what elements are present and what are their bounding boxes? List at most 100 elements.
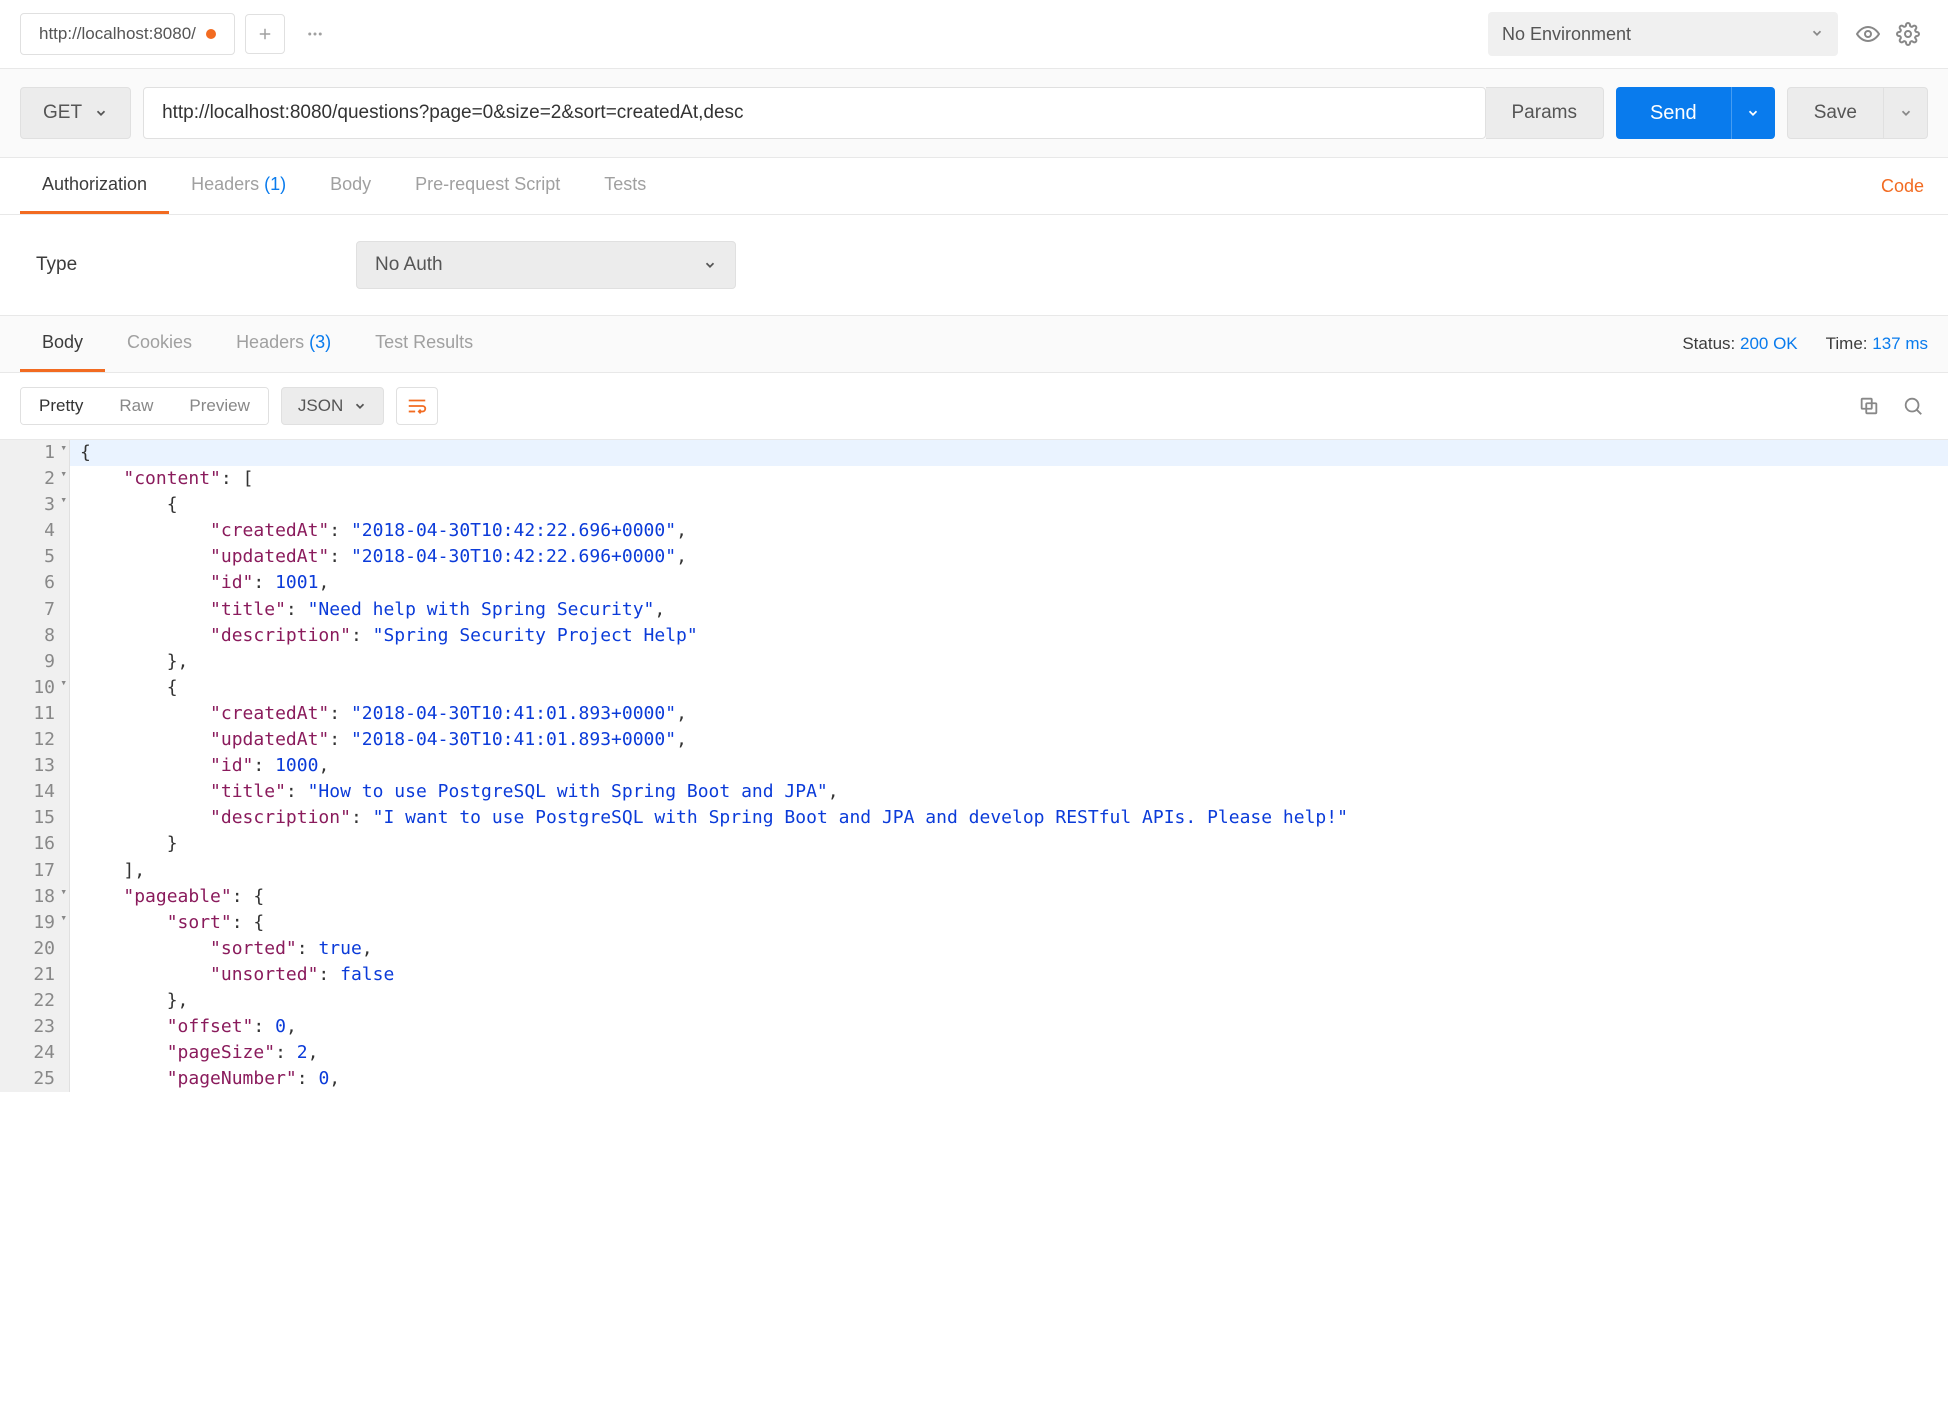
search-button[interactable] (1898, 391, 1928, 421)
auth-selected-value: No Auth (375, 254, 443, 276)
code-line: 11 "createdAt": "2018-04-30T10:41:01.893… (0, 701, 1948, 727)
params-button[interactable]: Params (1486, 87, 1604, 139)
chevron-down-icon (703, 258, 717, 272)
code-text: "unsorted": false (70, 962, 394, 988)
code-text: "sort": { (70, 910, 264, 936)
tab-prerequest[interactable]: Pre-request Script (393, 158, 582, 214)
wrap-icon (406, 395, 428, 417)
gear-icon (1896, 22, 1920, 46)
line-number: 1 (0, 440, 70, 466)
code-line: 12 "updatedAt": "2018-04-30T10:41:01.893… (0, 727, 1948, 753)
line-number: 5 (0, 544, 70, 570)
line-number: 14 (0, 779, 70, 805)
tab-authorization[interactable]: Authorization (20, 158, 169, 214)
chevron-down-icon (1746, 106, 1760, 120)
line-number: 20 (0, 936, 70, 962)
tab-more-button[interactable] (295, 14, 335, 54)
code-text: "createdAt": "2018-04-30T10:42:22.696+00… (70, 518, 687, 544)
code-link[interactable]: Code (1877, 160, 1928, 213)
code-text: }, (70, 988, 188, 1014)
save-button[interactable]: Save (1787, 87, 1884, 139)
code-line: 24 "pageSize": 2, (0, 1040, 1948, 1066)
url-input[interactable] (143, 87, 1485, 139)
tab-title: http://localhost:8080/ (39, 24, 196, 44)
line-number: 18 (0, 884, 70, 910)
line-number: 13 (0, 753, 70, 779)
request-tab[interactable]: http://localhost:8080/ (20, 13, 235, 55)
code-line: 5 "updatedAt": "2018-04-30T10:42:22.696+… (0, 544, 1948, 570)
code-text: "description": "I want to use PostgreSQL… (70, 805, 1348, 831)
line-number: 6 (0, 570, 70, 596)
eye-icon (1856, 22, 1880, 46)
code-text: "createdAt": "2018-04-30T10:41:01.893+00… (70, 701, 687, 727)
code-line: 10 { (0, 675, 1948, 701)
send-button[interactable]: Send (1616, 87, 1731, 139)
code-text: "offset": 0, (70, 1014, 297, 1040)
code-line: 23 "offset": 0, (0, 1014, 1948, 1040)
view-pretty-button[interactable]: Pretty (21, 388, 101, 424)
line-number: 7 (0, 597, 70, 623)
method-label: GET (43, 102, 82, 124)
environment-label: No Environment (1502, 24, 1631, 45)
search-icon (1902, 395, 1924, 417)
code-line: 20 "sorted": true, (0, 936, 1948, 962)
auth-panel: Type No Auth (0, 215, 1948, 316)
line-number: 21 (0, 962, 70, 988)
code-text: } (70, 831, 178, 857)
auth-type-select[interactable]: No Auth (356, 241, 736, 289)
code-line: 2 "content": [ (0, 466, 1948, 492)
format-select[interactable]: JSON (281, 387, 384, 425)
code-text: }, (70, 649, 188, 675)
tab-group: http://localhost:8080/ (20, 13, 335, 55)
line-number: 24 (0, 1040, 70, 1066)
code-line: 18 "pageable": { (0, 884, 1948, 910)
new-tab-button[interactable] (245, 14, 285, 54)
request-tabs: Authorization Headers (1) Body Pre-reque… (0, 158, 1948, 215)
line-number: 19 (0, 910, 70, 936)
tab-response-body[interactable]: Body (20, 316, 105, 372)
tab-response-headers[interactable]: Headers (3) (214, 316, 353, 372)
response-body-viewer[interactable]: 1{2 "content": [3 {4 "createdAt": "2018-… (0, 439, 1948, 1092)
code-text: "pageable": { (70, 884, 264, 910)
code-line: 21 "unsorted": false (0, 962, 1948, 988)
settings-button[interactable] (1888, 14, 1928, 54)
code-line: 6 "id": 1001, (0, 570, 1948, 596)
copy-icon (1858, 395, 1880, 417)
tab-headers[interactable]: Headers (1) (169, 158, 308, 214)
body-toolbar: Pretty Raw Preview JSON (0, 373, 1948, 439)
ellipsis-icon (306, 25, 324, 43)
code-text: "title": "How to use PostgreSQL with Spr… (70, 779, 839, 805)
code-line: 4 "createdAt": "2018-04-30T10:42:22.696+… (0, 518, 1948, 544)
line-number: 15 (0, 805, 70, 831)
wrap-lines-button[interactable] (396, 387, 438, 425)
view-raw-button[interactable]: Raw (101, 388, 171, 424)
top-bar: http://localhost:8080/ No Environment (0, 0, 1948, 69)
status-value: 200 OK (1740, 334, 1798, 353)
response-status: Status: 200 OK Time: 137 ms (1682, 334, 1928, 354)
line-number: 23 (0, 1014, 70, 1040)
code-text: "id": 1001, (70, 570, 329, 596)
code-line: 3 { (0, 492, 1948, 518)
environment-quicklook-button[interactable] (1848, 14, 1888, 54)
send-dropdown-button[interactable] (1731, 87, 1775, 139)
copy-button[interactable] (1854, 391, 1884, 421)
chevron-down-icon (1899, 106, 1913, 120)
line-number: 11 (0, 701, 70, 727)
code-text: "sorted": true, (70, 936, 373, 962)
tab-cookies[interactable]: Cookies (105, 316, 214, 372)
code-line: 19 "sort": { (0, 910, 1948, 936)
code-line: 8 "description": "Spring Security Projec… (0, 623, 1948, 649)
code-line: 17 ], (0, 858, 1948, 884)
code-line: 16 } (0, 831, 1948, 857)
tab-test-results[interactable]: Test Results (353, 316, 495, 372)
method-select[interactable]: GET (20, 87, 131, 139)
tab-tests[interactable]: Tests (582, 158, 668, 214)
line-number: 8 (0, 623, 70, 649)
environment-select[interactable]: No Environment (1488, 12, 1838, 56)
code-line: 13 "id": 1000, (0, 753, 1948, 779)
view-preview-button[interactable]: Preview (171, 388, 267, 424)
save-dropdown-button[interactable] (1884, 87, 1928, 139)
tab-request-body[interactable]: Body (308, 158, 393, 214)
view-mode-segment: Pretty Raw Preview (20, 387, 269, 425)
auth-type-label: Type (36, 254, 296, 276)
